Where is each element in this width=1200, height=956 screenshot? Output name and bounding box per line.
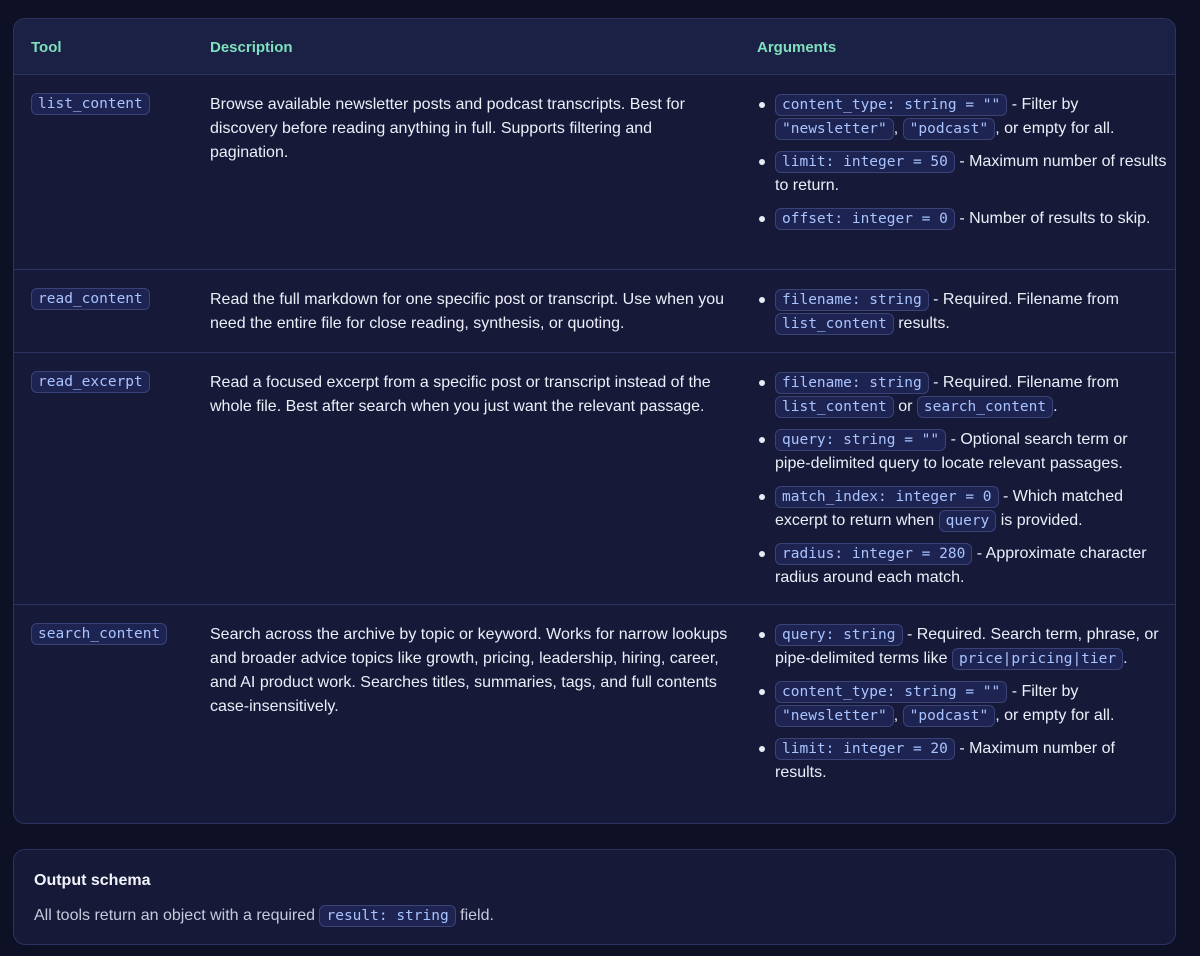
argument-text: or: [893, 398, 917, 415]
argument-code: query: string = "": [775, 429, 947, 451]
schema-text-before: All tools return an object with a requir…: [34, 907, 320, 924]
argument-item: limit: integer = 20 - Maximum number of …: [757, 737, 1167, 785]
tools-table: Tool Description Arguments list_content …: [13, 18, 1176, 824]
argument-code: price|pricing|tier: [951, 648, 1124, 670]
description-cell: Browse available newsletter posts and po…: [210, 96, 685, 161]
argument-item: offset: integer = 0 - Number of results …: [757, 207, 1167, 231]
argument-code: filename: string: [775, 372, 929, 394]
arguments-list: filename: string - Required. Filename fr…: [757, 288, 1167, 345]
argument-code: filename: string: [775, 289, 929, 311]
argument-code: content_type: string = "": [775, 681, 1008, 703]
argument-text: - Filter by: [1007, 683, 1079, 700]
bullet-icon: [759, 380, 765, 386]
argument-code: list_content: [775, 396, 894, 418]
argument-item: filename: string - Required. Filename fr…: [757, 371, 1167, 419]
bullet-icon: [759, 437, 765, 443]
bullet-icon: [759, 551, 765, 557]
bullet-icon: [759, 159, 765, 165]
table-row: read_content Read the full markdown for …: [14, 270, 1175, 353]
output-schema-title: Output schema: [34, 872, 151, 889]
argument-code: "podcast": [902, 118, 996, 140]
tool-name: list_content: [31, 93, 150, 115]
argument-code: list_content: [775, 313, 894, 335]
tool-cell: list_content: [31, 93, 150, 115]
argument-code: match_index: integer = 0: [775, 486, 999, 508]
bullet-icon: [759, 632, 765, 638]
header-tool: Tool: [31, 39, 62, 56]
argument-code: "newsletter": [775, 705, 894, 727]
argument-text: ,: [893, 120, 903, 137]
argument-text: is provided.: [996, 512, 1083, 529]
bullet-icon: [759, 216, 765, 222]
argument-code: "podcast": [902, 705, 996, 727]
schema-code: result: string: [319, 905, 456, 927]
schema-text-after: field.: [455, 907, 494, 924]
argument-text: .: [1053, 398, 1058, 415]
table-header: Tool Description Arguments: [14, 19, 1175, 75]
tool-name: read_content: [31, 288, 150, 310]
argument-item: filename: string - Required. Filename fr…: [757, 288, 1167, 336]
arguments-list: filename: string - Required. Filename fr…: [757, 371, 1167, 599]
description-cell: Read the full markdown for one specific …: [210, 291, 725, 332]
arguments-list: query: string - Required. Search term, p…: [757, 623, 1167, 794]
table-row: search_content Search across the archive…: [14, 605, 1175, 823]
argument-code: limit: integer = 20: [775, 738, 955, 760]
argument-code: search_content: [916, 396, 1054, 418]
table-row: list_content Browse available newsletter…: [14, 75, 1175, 270]
argument-text: ,: [893, 707, 903, 724]
bullet-icon: [759, 689, 765, 695]
argument-item: radius: integer = 280 - Approximate char…: [757, 542, 1167, 590]
argument-code: query: string: [775, 624, 903, 646]
argument-text: , or empty for all.: [995, 707, 1115, 724]
argument-text: results.: [893, 315, 950, 332]
header-arguments: Arguments: [757, 39, 837, 56]
argument-item: content_type: string = "" - Filter by "n…: [757, 680, 1167, 728]
argument-item: query: string = "" - Optional search ter…: [757, 428, 1167, 476]
argument-text: .: [1123, 650, 1128, 667]
argument-item: match_index: integer = 0 - Which matched…: [757, 485, 1167, 533]
arguments-list: content_type: string = "" - Filter by "n…: [757, 93, 1167, 240]
output-schema-text: All tools return an object with a requir…: [34, 904, 494, 928]
argument-code: content_type: string = "": [775, 94, 1008, 116]
argument-code: radius: integer = 280: [775, 543, 973, 565]
argument-code: limit: integer = 50: [775, 151, 955, 173]
argument-text: - Number of results to skip.: [954, 210, 1151, 227]
bullet-icon: [759, 746, 765, 752]
output-schema-card: Output schema All tools return an object…: [13, 849, 1176, 945]
header-description: Description: [210, 39, 293, 56]
tool-cell: read_excerpt: [31, 371, 150, 393]
argument-code: offset: integer = 0: [775, 208, 955, 230]
bullet-icon: [759, 102, 765, 108]
argument-item: limit: integer = 50 - Maximum number of …: [757, 150, 1167, 198]
argument-code: "newsletter": [775, 118, 894, 140]
argument-text: - Required. Filename from: [928, 291, 1119, 308]
table-row: read_excerpt Read a focused excerpt from…: [14, 353, 1175, 605]
argument-text: - Required. Filename from: [928, 374, 1119, 391]
tool-name: read_excerpt: [31, 371, 150, 393]
argument-text: - Filter by: [1007, 96, 1079, 113]
bullet-icon: [759, 494, 765, 500]
tool-cell: read_content: [31, 288, 150, 310]
tool-cell: search_content: [31, 623, 168, 645]
argument-item: content_type: string = "" - Filter by "n…: [757, 93, 1167, 141]
argument-item: query: string - Required. Search term, p…: [757, 623, 1167, 671]
argument-text: , or empty for all.: [995, 120, 1115, 137]
description-cell: Read a focused excerpt from a specific p…: [210, 374, 711, 415]
bullet-icon: [759, 297, 765, 303]
tool-name: search_content: [31, 623, 168, 645]
argument-code: query: [938, 510, 997, 532]
description-cell: Search across the archive by topic or ke…: [210, 626, 728, 715]
